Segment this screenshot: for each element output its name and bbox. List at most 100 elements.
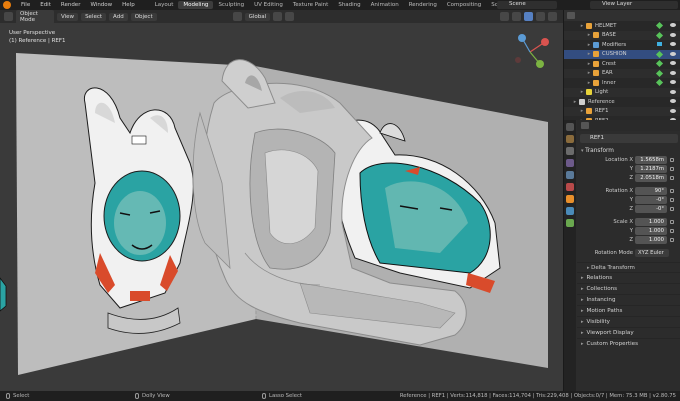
- object-mode-dropdown[interactable]: Object Mode: [16, 10, 54, 24]
- lock-icon[interactable]: [670, 229, 674, 233]
- rotation-y-field[interactable]: -0°: [635, 196, 667, 204]
- outliner-row[interactable]: ▸ Light: [564, 87, 680, 97]
- lock-icon[interactable]: [670, 189, 674, 193]
- blender-logo-icon[interactable]: [3, 1, 11, 9]
- outliner-row[interactable]: ▸ REF1: [564, 106, 680, 116]
- expand-chevron-icon[interactable]: ▸: [585, 61, 593, 67]
- transform-panel-title[interactable]: ▾ Transform: [577, 146, 680, 156]
- tool-tab-icon[interactable]: [566, 123, 574, 131]
- constraints-tab-icon[interactable]: [566, 207, 574, 215]
- data-tab-icon[interactable]: [566, 219, 574, 227]
- expand-chevron-icon[interactable]: ▸: [585, 70, 593, 76]
- shading-rendered-icon[interactable]: [548, 12, 558, 21]
- menu-window[interactable]: Window: [85, 2, 117, 8]
- visibility-eye-icon[interactable]: [670, 108, 676, 113]
- expand-chevron-icon[interactable]: ▸: [585, 51, 593, 57]
- outliner-row[interactable]: ▸ BASE: [564, 30, 680, 40]
- outliner-row[interactable]: ▸ CUSHION: [564, 49, 680, 59]
- outliner-row[interactable]: ▸ Modifiers: [564, 40, 680, 50]
- snap-icon[interactable]: [273, 12, 283, 21]
- tab-animation[interactable]: Animation: [366, 1, 404, 9]
- mesh-data-icon[interactable]: [655, 69, 664, 77]
- mesh-data-icon[interactable]: [655, 31, 664, 39]
- shading-solid-icon[interactable]: [524, 12, 534, 21]
- section-relations[interactable]: ▸ Relations: [577, 272, 680, 283]
- mesh-data-icon[interactable]: [655, 50, 664, 58]
- view-layer-tab-icon[interactable]: [566, 159, 574, 167]
- proportional-edit-icon[interactable]: [285, 12, 295, 21]
- lock-icon[interactable]: [670, 207, 674, 211]
- modifier-icon[interactable]: [657, 42, 662, 46]
- world-tab-icon[interactable]: [566, 183, 574, 191]
- visibility-eye-icon[interactable]: [670, 70, 676, 75]
- lock-icon[interactable]: [670, 238, 674, 242]
- expand-chevron-icon[interactable]: ▸: [585, 42, 593, 48]
- rotation-x-field[interactable]: 90°: [635, 187, 667, 195]
- menu-add[interactable]: Add: [109, 12, 128, 21]
- mesh-data-icon[interactable]: [655, 21, 664, 30]
- tab-compositing[interactable]: Compositing: [442, 1, 486, 9]
- tab-uv-editing[interactable]: UV Editing: [249, 1, 288, 9]
- expand-chevron-icon[interactable]: ▸: [571, 99, 579, 105]
- outliner-row[interactable]: ▸ Crest: [564, 59, 680, 69]
- rotation-z-field[interactable]: -0°: [635, 205, 667, 213]
- properties-editor-icon[interactable]: [581, 122, 589, 129]
- visibility-eye-icon[interactable]: [670, 80, 676, 84]
- render-tab-icon[interactable]: [566, 135, 574, 143]
- expand-chevron-icon[interactable]: ▸: [578, 89, 586, 95]
- xray-icon[interactable]: [512, 12, 522, 21]
- menu-view[interactable]: View: [57, 12, 79, 21]
- scale-y-field[interactable]: 1.000: [635, 227, 667, 235]
- section-motion-paths[interactable]: ▸ Motion Paths: [577, 305, 680, 316]
- tab-layout[interactable]: Layout: [150, 1, 179, 9]
- transform-orientation-dropdown[interactable]: Global: [244, 12, 271, 21]
- expand-chevron-icon[interactable]: ▸: [578, 108, 586, 114]
- location-y-field[interactable]: 1.2187m: [635, 165, 667, 173]
- expand-chevron-icon[interactable]: ▸: [578, 23, 586, 29]
- menu-edit[interactable]: Edit: [35, 2, 56, 8]
- object-name-field[interactable]: REF1: [580, 134, 678, 143]
- expand-chevron-icon[interactable]: ▸: [585, 32, 593, 38]
- lock-icon[interactable]: [670, 220, 674, 224]
- section-instancing[interactable]: ▸ Instancing: [577, 294, 680, 305]
- outliner-editor-icon[interactable]: [567, 12, 575, 19]
- scene-tab-icon[interactable]: [566, 171, 574, 179]
- transform-orientation-icon[interactable]: [232, 12, 242, 21]
- object-tab-icon[interactable]: [566, 195, 574, 203]
- lock-icon[interactable]: [670, 158, 674, 162]
- outliner-row[interactable]: ▸ EAR: [564, 68, 680, 78]
- visibility-eye-icon[interactable]: [670, 89, 676, 94]
- menu-help[interactable]: Help: [117, 2, 140, 8]
- scene-selector[interactable]: Scene: [497, 1, 557, 9]
- location-z-field[interactable]: 2.0518m: [635, 174, 667, 182]
- menu-render[interactable]: Render: [56, 2, 86, 8]
- tab-rendering[interactable]: Rendering: [404, 1, 442, 9]
- visibility-eye-icon[interactable]: [670, 51, 676, 56]
- scale-x-field[interactable]: 1.000: [635, 218, 667, 226]
- tab-sculpting[interactable]: Sculpting: [213, 1, 249, 9]
- lock-icon[interactable]: [670, 176, 674, 180]
- section-custom-properties[interactable]: ▸ Custom Properties: [577, 338, 680, 349]
- menu-object[interactable]: Object: [130, 12, 157, 21]
- mesh-data-icon[interactable]: [655, 59, 664, 68]
- navigation-gizmo[interactable]: [510, 30, 556, 74]
- visibility-eye-icon[interactable]: [670, 42, 676, 46]
- visibility-eye-icon[interactable]: [670, 99, 676, 103]
- visibility-eye-icon[interactable]: [670, 32, 676, 37]
- section-visibility[interactable]: ▸ Visibility: [577, 316, 680, 327]
- view-layer-selector[interactable]: View Layer: [590, 1, 678, 9]
- overlays-icon[interactable]: [500, 12, 510, 21]
- outliner-row[interactable]: ▸ Inner: [564, 78, 680, 88]
- viewport-scene[interactable]: [0, 23, 563, 391]
- expand-chevron-icon[interactable]: ▸: [585, 80, 593, 86]
- editor-type-icon[interactable]: [4, 12, 13, 21]
- mesh-data-icon[interactable]: [655, 78, 664, 87]
- output-tab-icon[interactable]: [566, 147, 574, 155]
- 3d-viewport[interactable]: Object Mode View Select Add Object Globa…: [0, 10, 563, 391]
- outliner-row[interactable]: ▸ Reference: [564, 97, 680, 107]
- scale-z-field[interactable]: 1.000: [635, 236, 667, 244]
- tab-shading[interactable]: Shading: [333, 1, 365, 9]
- lock-icon[interactable]: [670, 167, 674, 171]
- delta-transform-subpanel[interactable]: ▸ Delta Transform: [577, 262, 680, 272]
- rotation-mode-dropdown[interactable]: XYZ Euler: [635, 249, 669, 257]
